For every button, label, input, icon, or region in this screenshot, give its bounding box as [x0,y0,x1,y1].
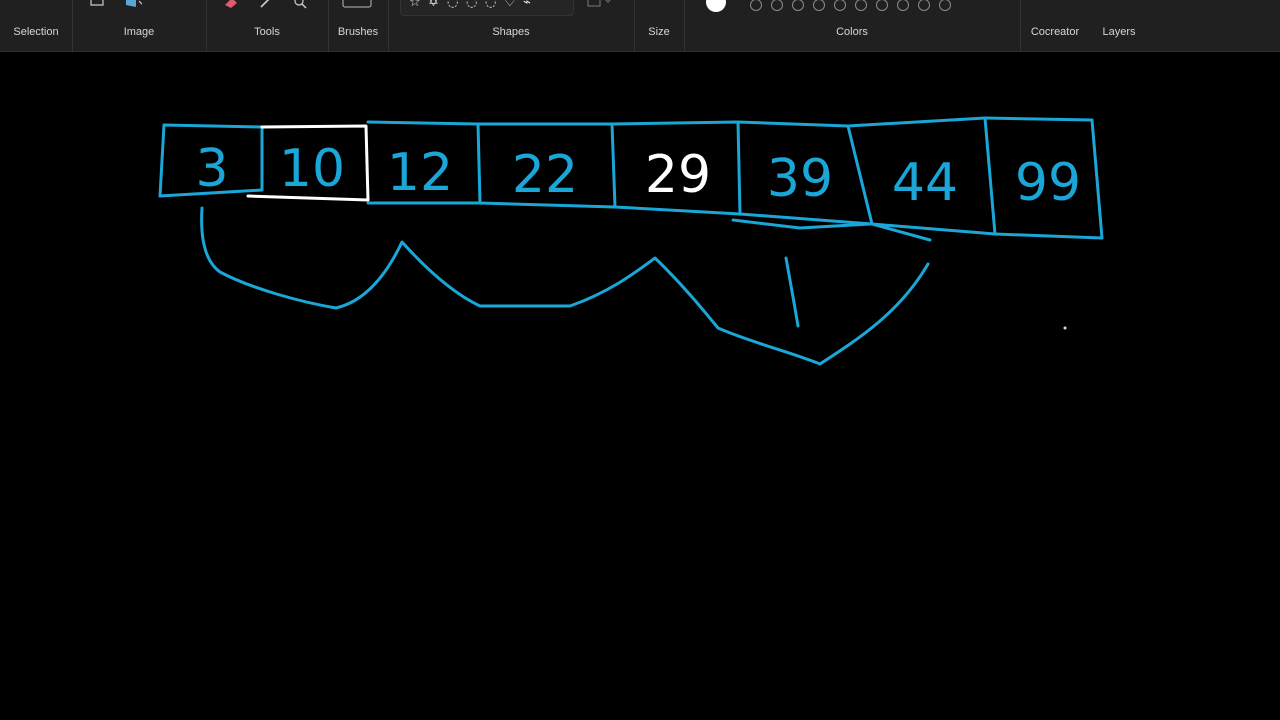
layers-button[interactable]: Layers [1090,0,1148,52]
brushes-group-label: Brushes [337,26,379,38]
tools-group-label: Tools [254,26,280,38]
array-value-22: 22 [512,145,578,205]
image-group-label: Image [123,26,155,38]
colors-group-label: Colors [836,26,868,38]
array-value-29: 29 [645,145,711,205]
array-value-44: 44 [892,153,958,213]
palette-color-slot[interactable] [750,0,762,11]
rotate-icon[interactable] [124,0,142,10]
shapes-group-label: Shapes [492,26,530,38]
brushes-group[interactable]: Brushes [328,0,388,52]
palette-color-slot[interactable] [834,0,846,11]
range-bracket [200,206,930,366]
cloud-callout-shape-icon[interactable]: ◌ [485,0,496,10]
speech-bubble-shape-icon[interactable]: ◌ [447,0,458,10]
palette-color-slot[interactable] [876,0,888,11]
palette-color-slot[interactable] [897,0,909,11]
tools-group[interactable]: Tools [206,0,328,52]
eraser-icon[interactable] [222,0,240,10]
array-value-39: 39 [767,149,833,209]
lightning-shape-icon[interactable]: ⌁ [523,0,531,10]
selection-group-label: Selection [13,26,59,38]
array-value-99: 99 [1015,153,1081,213]
image-group[interactable]: Image [72,0,206,52]
shapes-gallery[interactable]: ☆ ✡ ◌ ◌ ◌ ♡ ⌁ [400,0,574,16]
array-value-12: 12 [387,143,453,203]
shape-fill-icon[interactable] [586,0,614,10]
toolbar-ribbon: Selection Image Tools Brushes ☆ ✡ ◌ ◌ ◌ … [0,0,1280,52]
size-group[interactable]: Size [634,0,684,52]
palette-color-slot[interactable] [771,0,783,11]
line-size-icon[interactable] [652,0,670,10]
layers-label: Layers [1102,26,1136,38]
cocreator-label: Cocreator [1030,26,1080,38]
magnifier-icon[interactable] [292,0,310,10]
palette-color-slot[interactable] [918,0,930,11]
drawing-canvas[interactable]: 3 10 12 22 29 39 44 99 [0,52,1280,720]
stray-dot [1063,326,1067,330]
shapes-group[interactable]: ☆ ✡ ◌ ◌ ◌ ♡ ⌁ Shapes [388,0,634,52]
palette-color-slot[interactable] [939,0,951,11]
star-shape-icon[interactable]: ☆ [409,0,421,10]
palette-color-slot[interactable] [813,0,825,11]
colors-group[interactable]: Colors [684,0,1020,52]
hand-drawing: 3 10 12 22 29 39 44 99 [158,116,1104,366]
heart-shape-icon[interactable]: ♡ [504,0,516,10]
color-picker-icon[interactable] [258,0,276,10]
brush-icon[interactable] [342,0,372,10]
size-group-label: Size [648,26,670,38]
range-marker [784,256,800,328]
active-color-swatch[interactable] [706,0,726,12]
oval-callout-shape-icon[interactable]: ◌ [466,0,477,10]
crop-icon[interactable] [88,0,106,10]
selection-group[interactable]: Selection [0,0,72,52]
cocreator-button[interactable]: Cocreator [1020,0,1090,52]
palette-color-slot[interactable] [792,0,804,11]
palette-color-slot[interactable] [855,0,867,11]
array-value-3: 3 [195,139,228,199]
six-point-star-shape-icon[interactable]: ✡ [428,0,439,10]
array-value-10: 10 [279,139,345,199]
